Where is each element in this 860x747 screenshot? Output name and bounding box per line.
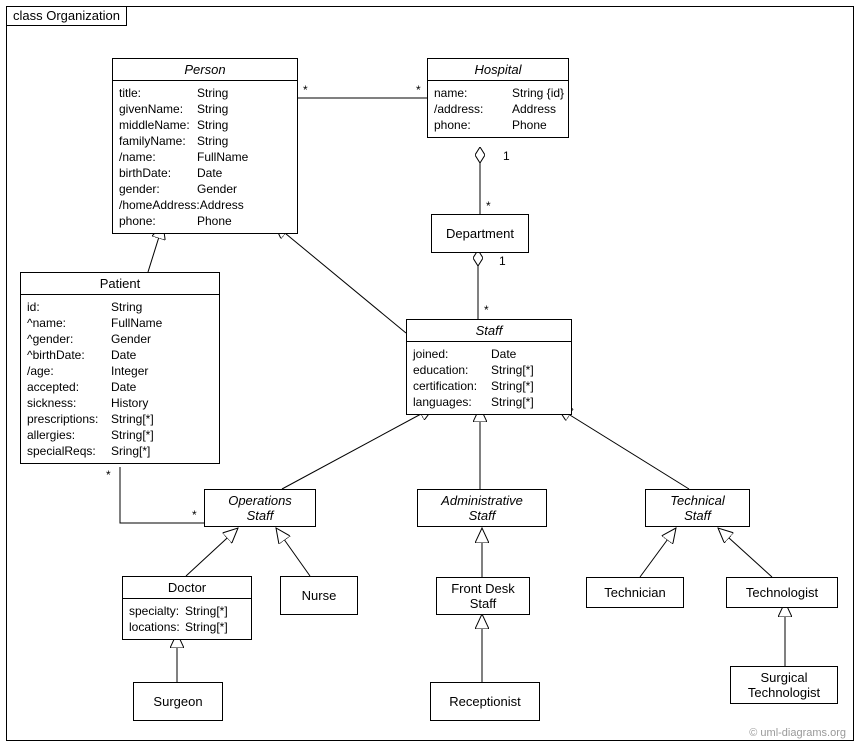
class-administrative-staff: AdministrativeStaff <box>417 489 547 527</box>
class-technologist: Technologist <box>726 577 838 608</box>
attr-row: givenName:String <box>119 101 291 117</box>
class-patient: Patient id:String^name:FullName^gender:G… <box>20 272 220 464</box>
class-nurse: Nurse <box>280 576 358 615</box>
attr-row: joined:Date <box>413 346 565 362</box>
class-title: OperationsStaff <box>205 490 315 526</box>
class-person: Person title:StringgivenName:Stringmiddl… <box>112 58 298 234</box>
watermark: © uml-diagrams.org <box>749 727 846 739</box>
class-operations-staff: OperationsStaff <box>204 489 316 527</box>
mult-hospital-star: * <box>416 83 421 97</box>
class-title: Technician <box>587 582 683 603</box>
class-attrs: id:String^name:FullName^gender:Gender^bi… <box>21 295 219 463</box>
attr-row: name:String {id} <box>434 85 562 101</box>
attr-row: phone:Phone <box>434 117 562 133</box>
attr-row: ^birthDate:Date <box>27 347 213 363</box>
mult-person-star: * <box>303 83 308 97</box>
class-surgical-technologist: SurgicalTechnologist <box>730 666 838 704</box>
attr-row: /name:FullName <box>119 149 291 165</box>
class-staff: Staff joined:Dateeducation:String[*]cert… <box>406 319 572 415</box>
mult-patient-star: * <box>106 468 111 482</box>
class-title: Person <box>113 59 297 81</box>
attr-row: phone:Phone <box>119 213 291 229</box>
mult-dep-star: * <box>486 199 491 213</box>
class-technical-staff: TechnicalStaff <box>645 489 750 527</box>
attr-row: birthDate:Date <box>119 165 291 181</box>
class-attrs: joined:Dateeducation:String[*]certificat… <box>407 342 571 414</box>
attr-row: gender:Gender <box>119 181 291 197</box>
attr-row: education:String[*] <box>413 362 565 378</box>
class-title: Nurse <box>281 585 357 606</box>
attr-row: /homeAddress:Address <box>119 197 291 213</box>
mult-staff-star: * <box>484 303 489 317</box>
class-attrs: name:String {id}/address:Addressphone:Ph… <box>428 81 568 137</box>
class-title: Receptionist <box>431 691 539 712</box>
class-title: AdministrativeStaff <box>418 490 546 526</box>
attr-row: ^gender:Gender <box>27 331 213 347</box>
attr-row: /age:Integer <box>27 363 213 379</box>
class-receptionist: Receptionist <box>430 682 540 721</box>
class-title: Surgeon <box>134 691 222 712</box>
class-title: Hospital <box>428 59 568 81</box>
attr-row: title:String <box>119 85 291 101</box>
attr-row: allergies:String[*] <box>27 427 213 443</box>
attr-row: specialReqs:Sring[*] <box>27 443 213 459</box>
mult-ops-star: * <box>192 508 197 522</box>
attr-row: locations:String[*] <box>129 619 245 635</box>
class-title: Staff <box>407 320 571 342</box>
class-doctor: Doctor specialty:String[*]locations:Stri… <box>122 576 252 640</box>
attr-row: id:String <box>27 299 213 315</box>
class-title: Department <box>432 223 528 244</box>
mult-dep-staff-1: 1 <box>499 254 506 268</box>
class-title: TechnicalStaff <box>646 490 749 526</box>
attr-row: accepted:Date <box>27 379 213 395</box>
attr-row: middleName:String <box>119 117 291 133</box>
class-attrs: title:StringgivenName:StringmiddleName:S… <box>113 81 297 233</box>
attr-row: familyName:String <box>119 133 291 149</box>
package-title: class Organization <box>6 6 127 26</box>
attr-row: prescriptions:String[*] <box>27 411 213 427</box>
class-department: Department <box>431 214 529 253</box>
class-attrs: specialty:String[*]locations:String[*] <box>123 599 251 639</box>
class-title: SurgicalTechnologist <box>731 667 837 703</box>
class-title: Patient <box>21 273 219 295</box>
attr-row: sickness:History <box>27 395 213 411</box>
attr-row: certification:String[*] <box>413 378 565 394</box>
mult-hospital-dep-1: 1 <box>503 149 510 163</box>
attr-row: /address:Address <box>434 101 562 117</box>
class-technician: Technician <box>586 577 684 608</box>
class-front-desk-staff: Front DeskStaff <box>436 577 530 615</box>
attr-row: specialty:String[*] <box>129 603 245 619</box>
attr-row: languages:String[*] <box>413 394 565 410</box>
class-title: Doctor <box>123 577 251 599</box>
class-surgeon: Surgeon <box>133 682 223 721</box>
attr-row: ^name:FullName <box>27 315 213 331</box>
class-hospital: Hospital name:String {id}/address:Addres… <box>427 58 569 138</box>
class-title: Technologist <box>727 582 837 603</box>
class-title: Front DeskStaff <box>437 578 529 614</box>
